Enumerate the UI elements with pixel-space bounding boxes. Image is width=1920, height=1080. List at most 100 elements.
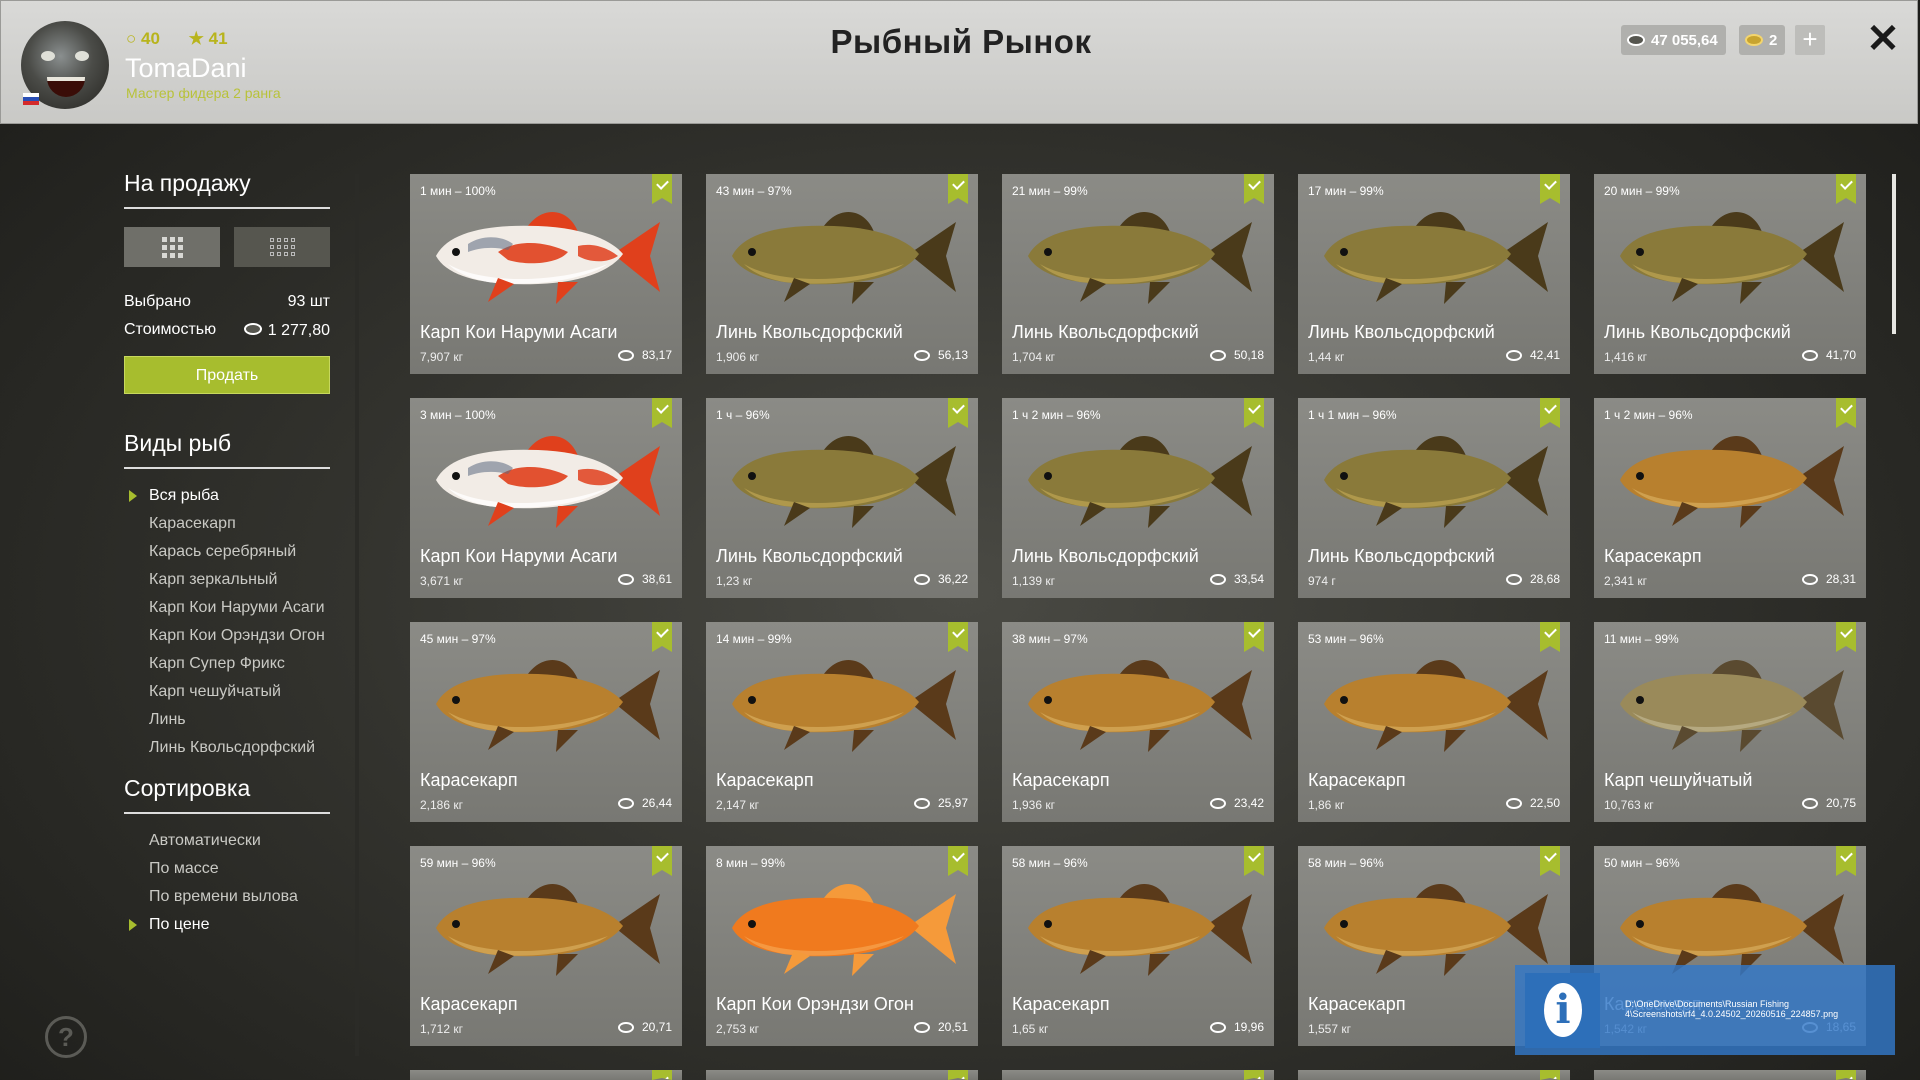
fish-price: 28,31 (1801, 572, 1856, 586)
species-filter-item[interactable]: Карась серебряный (124, 543, 330, 561)
fish-card[interactable]: 45 мин – 97% Карасекарп 2,186 кг 26,44 (410, 622, 682, 822)
species-filter-item[interactable]: Линь Квольсдорфский (124, 739, 330, 757)
silver-coin-icon (617, 349, 634, 362)
silver-coin-icon (1505, 797, 1522, 810)
small-grid-view-button[interactable] (234, 227, 330, 267)
silver-coin-icon (1505, 573, 1522, 586)
silver-coin-icon (1801, 573, 1818, 586)
large-grid-view-button[interactable] (124, 227, 220, 267)
fish-card[interactable]: 38 мин – 97% Карасекарп 1,936 кг 23,42 (1002, 622, 1274, 822)
species-filter-item[interactable]: Карп Кои Орэндзи Огон (124, 627, 330, 645)
fish-card[interactable]: 43 мин – 97% Линь Квольсдорфский 1,906 кг 5… (706, 174, 978, 374)
fish-card[interactable] (706, 1070, 978, 1080)
fish-grid: 1 мин – 100% Карп Кои Наруми Асаги 7,907 к… (410, 174, 1866, 1080)
fish-weight: 2,147 кг (716, 798, 759, 812)
fish-card[interactable] (1298, 1070, 1570, 1080)
fish-card[interactable]: 53 мин – 96% Карасекарп 1,86 кг 22,50 (1298, 622, 1570, 822)
fish-weight: 1,44 кг (1308, 350, 1345, 364)
species-filter-item[interactable]: Вся рыба (124, 487, 330, 505)
fish-card[interactable] (1594, 1070, 1866, 1080)
silver-coin-icon (913, 1021, 930, 1034)
species-list: Вся рыба Карасекарп Карась серебряный Карп … (124, 487, 330, 757)
fish-card[interactable]: 21 мин – 99% Линь Квольсдорфский 1,704 кг 5… (1002, 174, 1274, 374)
cost-label: Стоимостью (124, 321, 217, 338)
fish-card[interactable] (1002, 1070, 1274, 1080)
fish-card[interactable]: 14 мин – 99% Карасекарп 2,147 кг 25,97 (706, 622, 978, 822)
fish-name: Карп Кои Наруми Асаги (420, 546, 618, 566)
selected-check-icon[interactable] (652, 1070, 672, 1080)
fish-card[interactable]: 58 мин – 96% Карасекарп 1,65 кг 19,96 (1002, 846, 1274, 1046)
species-title: Виды рыб (124, 430, 330, 469)
species-filter-item[interactable]: Карасекарп (124, 515, 330, 533)
cost-value: 1 277,80 (243, 321, 330, 340)
selected-check-icon[interactable] (1244, 1070, 1264, 1080)
fish-name: Линь Квольсдорфский (1012, 322, 1199, 342)
selected-check-icon[interactable] (1836, 1070, 1856, 1080)
fish-price: 25,97 (913, 796, 968, 810)
silver-coin-icon (1209, 797, 1226, 810)
scrollbar[interactable] (1892, 174, 1896, 334)
fish-name: Карасекарп (1308, 994, 1406, 1014)
fish-name: Карасекарп (1308, 770, 1406, 790)
silver-coin-icon (1801, 349, 1818, 362)
species-filter-item[interactable]: Карп зеркальный (124, 571, 330, 589)
selected-count-row: Выбрано 93 шт (124, 293, 330, 311)
silver-coin-icon (1209, 1021, 1226, 1034)
fish-weight: 2,341 кг (1604, 574, 1647, 588)
sell-button[interactable]: Продать (124, 356, 330, 394)
fish-card[interactable]: 17 мин – 99% Линь Квольсдорфский 1,44 кг 42… (1298, 174, 1570, 374)
view-toggle (124, 227, 330, 267)
fish-price: 38,61 (617, 572, 672, 586)
fish-weight: 1,23 кг (716, 574, 753, 588)
fish-card[interactable]: 1 мин – 100% Карп Кои Наруми Асаги 7,907 к… (410, 174, 682, 374)
sort-option[interactable]: По массе (124, 860, 330, 878)
fish-weight: 3,671 кг (420, 574, 463, 588)
selected-check-icon[interactable] (1540, 1070, 1560, 1080)
species-filter-item[interactable]: Линь (124, 711, 330, 729)
fish-card[interactable]: 20 мин – 99% Линь Квольсдорфский 1,416 кг 4… (1594, 174, 1866, 374)
fish-price: 19,96 (1209, 1020, 1264, 1034)
silver-coin-icon (1505, 349, 1522, 362)
fish-weight: 10,763 кг (1604, 798, 1654, 812)
selected-value: 93 шт (287, 293, 330, 310)
fish-name: Линь Квольсдорфский (1308, 322, 1495, 342)
fish-card[interactable]: 1 ч – 96% Линь Квольсдорфский 1,23 кг 36,22 (706, 398, 978, 598)
gold-balance: 2 (1739, 25, 1786, 55)
russia-flag-icon (23, 93, 39, 105)
fish-weight: 1,416 кг (1604, 350, 1647, 364)
silver-coin-icon (913, 797, 930, 810)
fish-price: 20,75 (1801, 796, 1856, 810)
sort-option[interactable]: По времени вылова (124, 888, 330, 906)
screenshot-notification[interactable]: D:\OneDrive\Documents\Russian Fishing 4\… (1515, 965, 1895, 1055)
fish-name: Карасекарп (420, 770, 518, 790)
sort-option[interactable]: Автоматически (124, 832, 330, 850)
selected-check-icon[interactable] (948, 1070, 968, 1080)
fish-card[interactable]: 3 мин – 100% Карп Кои Наруми Асаги 3,671 к… (410, 398, 682, 598)
fish-card[interactable] (410, 1070, 682, 1080)
silver-balance: 47 055,64 (1621, 25, 1726, 55)
close-button[interactable]: ✕ (1863, 19, 1903, 59)
notification-text: D:\OneDrive\Documents\Russian Fishing 4\… (1625, 999, 1839, 1019)
species-filter-item[interactable]: Карп Кои Наруми Асаги (124, 599, 330, 617)
gold-coin-icon (1745, 32, 1763, 48)
fish-price: 26,44 (617, 796, 672, 810)
for-sale-title: На продажу (124, 170, 330, 209)
sidebar: На продажу Выбрано 93 шт Стоимостью 1 27… (124, 170, 330, 944)
fish-card[interactable]: 11 мин – 99% Карп чешуйчатый 10,763 кг 20,7… (1594, 622, 1866, 822)
fish-card[interactable]: 59 мин – 96% Карасекарп 1,712 кг 20,71 (410, 846, 682, 1046)
fish-price: 20,71 (617, 1020, 672, 1034)
fish-name: Карасекарп (716, 770, 814, 790)
fish-card[interactable]: 1 ч 1 мин – 96% Линь Квольсдорфский 974 г2… (1298, 398, 1570, 598)
species-filter-item[interactable]: Карп Супер Фрикс (124, 655, 330, 673)
silver-coin-icon (1627, 32, 1645, 48)
fish-card[interactable]: 1 ч 2 мин – 96% Линь Квольсдорфский 1,139 … (1002, 398, 1274, 598)
sort-option[interactable]: По цене (124, 916, 330, 934)
help-button[interactable]: ? (45, 1016, 87, 1058)
add-currency-button[interactable]: + (1795, 25, 1825, 55)
fish-card[interactable]: 1 ч 2 мин – 96% Карасекарп 2,341 кг 28,31 (1594, 398, 1866, 598)
silver-coin-icon (1801, 797, 1818, 810)
fish-card[interactable]: 8 мин – 99% Карп Кои Орэндзи Огон 2,753 кг… (706, 846, 978, 1046)
fish-name: Карасекарп (1012, 994, 1110, 1014)
fish-weight: 1,65 кг (1012, 1022, 1049, 1036)
species-filter-item[interactable]: Карп чешуйчатый (124, 683, 330, 701)
